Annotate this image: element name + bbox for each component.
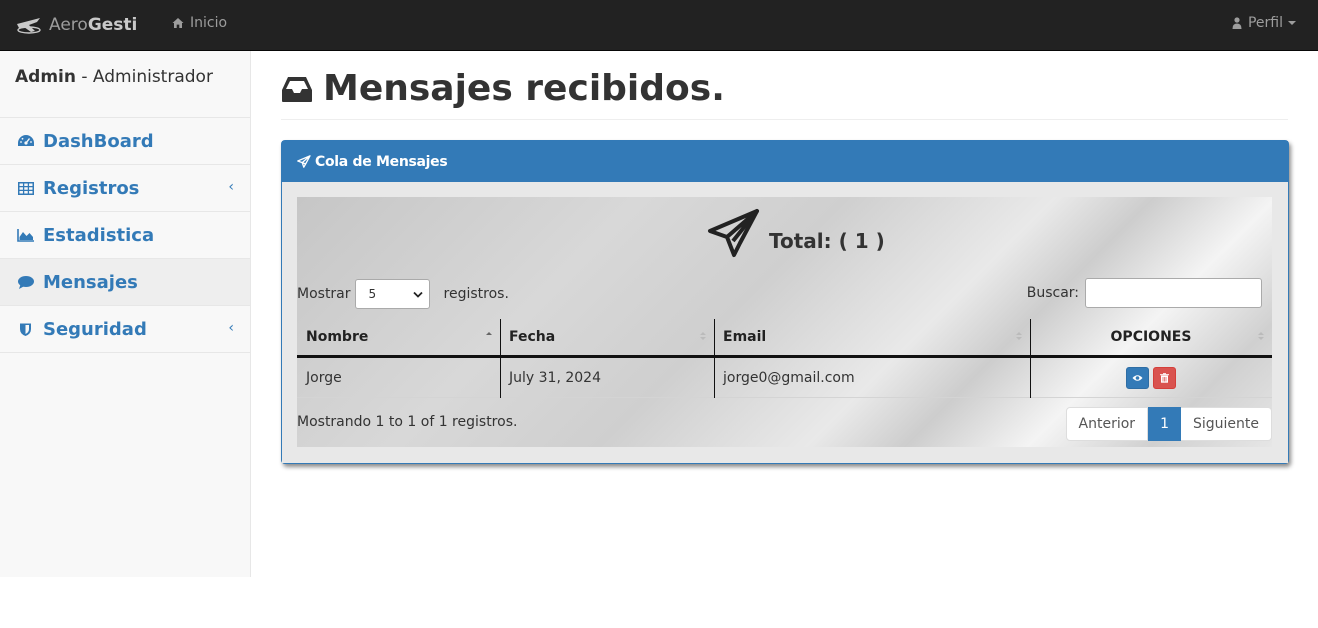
sidebar-item-label: DashBoard <box>43 130 154 152</box>
area-chart-icon <box>16 227 35 243</box>
home-icon <box>172 18 184 28</box>
brand-prefix: Aero <box>49 15 88 35</box>
sidebar-item-dashboard[interactable]: DashBoard <box>0 118 250 165</box>
shield-icon <box>16 321 35 337</box>
sidebar-item-mensajes[interactable]: Mensajes <box>0 259 250 306</box>
column-header-fecha[interactable]: Fecha <box>500 319 714 355</box>
sort-both-icon <box>1016 332 1022 340</box>
column-header-nombre[interactable]: Nombre <box>297 319 500 355</box>
sort-asc-icon <box>486 332 492 335</box>
table-info: Mostrando 1 to 1 of 1 registros. <box>297 414 518 430</box>
panel-body: Total: ( 1 ) Mostrar 5 registros. Buscar… <box>282 182 1288 463</box>
table-icon <box>16 180 35 196</box>
pagination: Anterior 1 Siguiente <box>1065 407 1272 441</box>
search-label: Buscar: <box>1026 285 1079 301</box>
pagination-next[interactable]: Siguiente <box>1180 407 1272 441</box>
search-control: Buscar: <box>1027 278 1262 308</box>
total-count: Total: ( 1 ) <box>769 229 885 253</box>
column-header-label: OPCIONES <box>1110 329 1192 345</box>
column-header-email[interactable]: Email <box>714 319 1030 355</box>
column-header-label: Fecha <box>509 329 556 345</box>
comment-icon <box>16 274 35 290</box>
pagination-previous[interactable]: Anterior <box>1065 407 1149 441</box>
sidebar: Admin - Administrador DashBoard Registro… <box>0 51 251 577</box>
search-input[interactable] <box>1085 278 1262 308</box>
chevron-left-icon: ‹ <box>228 179 234 195</box>
user-icon <box>1232 17 1242 29</box>
paper-plane-large-icon <box>708 209 759 257</box>
cell-opciones <box>1030 358 1272 398</box>
show-prefix: Mostrar <box>297 286 351 302</box>
panel-heading-label: Cola de Mensajes <box>315 153 448 170</box>
page-length-value: 5 <box>368 287 377 301</box>
profile-label: Perfil <box>1247 15 1283 31</box>
brand-logo[interactable]: Aero Gesti <box>15 13 137 37</box>
page-header: Mensajes recibidos. <box>281 66 1288 120</box>
chevron-left-icon: ‹ <box>228 320 234 336</box>
sidebar-item-label: Registros <box>43 177 140 199</box>
column-header-label: Nombre <box>306 329 369 345</box>
airplane-logo-icon <box>17 18 41 34</box>
inbox-icon <box>282 77 312 102</box>
user-role: - Administrador <box>75 67 213 87</box>
dashboard-icon <box>16 133 35 149</box>
user-name: Admin <box>15 67 76 87</box>
top-navbar: Aero Gesti Inicio Perfil <box>0 0 1318 51</box>
cell-email: jorge0@gmail.com <box>723 370 855 386</box>
nav-home-link[interactable]: Inicio <box>172 15 227 31</box>
caret-down-icon <box>1288 21 1296 25</box>
table-row: Jorge July 31, 2024 jorge0@gmail.com <box>297 358 1272 398</box>
messages-panel: Cola de Mensajes Total: ( 1 ) Mostrar 5 … <box>281 140 1289 464</box>
sidebar-item-label: Seguridad <box>43 318 147 340</box>
column-header-opciones[interactable]: OPCIONES <box>1030 319 1272 355</box>
sidebar-item-registros[interactable]: Registros ‹ <box>0 165 250 212</box>
sidebar-item-seguridad[interactable]: Seguridad ‹ <box>0 306 250 353</box>
page-title: Mensajes recibidos. <box>323 68 725 109</box>
brand-bold: Gesti <box>87 15 138 35</box>
eye-icon <box>1132 375 1143 381</box>
trash-icon <box>1160 373 1169 383</box>
page-length-control: Mostrar 5 registros. <box>297 279 509 309</box>
messages-table: Nombre Fecha Email OPCIONES Jorge July 3… <box>297 319 1272 398</box>
sidebar-item-estadistica[interactable]: Estadistica <box>0 212 250 259</box>
table-header: Nombre Fecha Email OPCIONES <box>297 319 1272 358</box>
pagination-page-1[interactable]: 1 <box>1148 407 1181 441</box>
nav-home-label: Inicio <box>190 15 228 31</box>
paper-plane-icon <box>297 155 311 168</box>
chevron-down-icon <box>412 291 423 298</box>
profile-dropdown[interactable]: Perfil <box>1232 15 1296 31</box>
cell-nombre: Jorge <box>306 370 342 386</box>
sidebar-user: Admin - Administrador <box>0 51 250 118</box>
sidebar-item-label: Mensajes <box>43 271 138 293</box>
sort-both-icon <box>1258 332 1264 340</box>
sort-both-icon <box>700 332 706 340</box>
view-message-button[interactable] <box>1126 367 1149 389</box>
delete-message-button[interactable] <box>1153 367 1176 389</box>
total-summary: Total: ( 1 ) <box>707 207 885 259</box>
column-header-label: Email <box>723 329 767 345</box>
messages-table-wrapper: Total: ( 1 ) Mostrar 5 registros. Buscar… <box>297 197 1272 447</box>
sidebar-item-label: Estadistica <box>43 224 155 246</box>
show-suffix: registros. <box>443 286 509 302</box>
cell-fecha: July 31, 2024 <box>509 370 601 386</box>
page-length-select[interactable]: 5 <box>354 279 430 309</box>
panel-heading: Cola de Mensajes <box>282 141 1288 182</box>
